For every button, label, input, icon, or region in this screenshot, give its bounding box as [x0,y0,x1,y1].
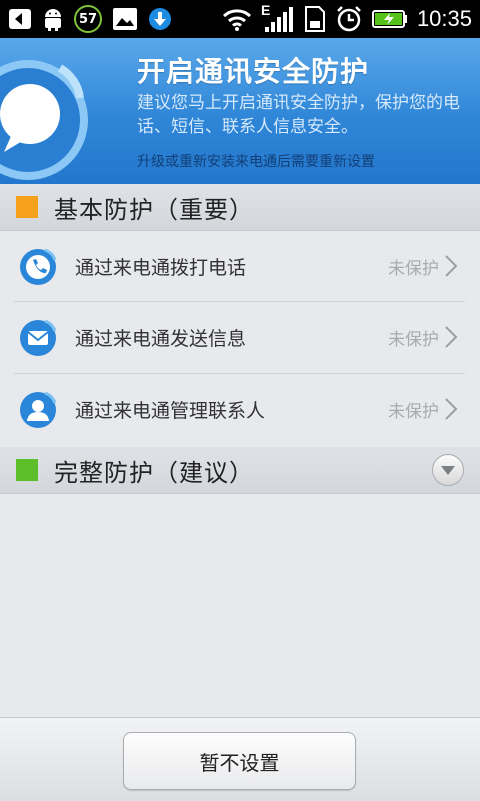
list-item-message[interactable]: 通过来电通发送信息 未保护 [14,302,465,372]
section-basic: 基本防护（重要） [0,184,480,231]
green-square-icon [16,459,38,481]
message-icon [18,317,58,357]
list-item-contacts[interactable]: 通过来电通管理联系人 未保护 [14,374,465,444]
item-label: 通过来电通拨打电话 [75,256,247,279]
sd-card-icon [304,4,326,34]
orange-square-icon [16,196,38,218]
status-text: 未保护 [388,258,439,279]
item-label: 通过来电通发送信息 [75,327,247,350]
image-icon [112,4,138,34]
phone-icon [18,246,58,286]
status-bar: 57 E 10:35 [0,0,480,38]
item-label: 通过来电通管理联系人 [75,399,266,422]
triangle-down-icon [441,466,455,475]
chevron-right-icon [443,253,459,279]
android-debug-icon [42,4,64,34]
badge-icon: 57 [74,5,102,33]
list-item-call[interactable]: 通过来电通拨打电话 未保护 [14,231,465,301]
contact-icon [18,389,58,429]
header-note: 升级或重新安装来电通后需要重新设置 [137,154,375,170]
section-complete[interactable]: 完整防护（建议） [0,447,480,494]
header-banner: 开启通讯安全防护 建议您马上开启通讯安全防护，保护您的电话、短信、联系人信息安全… [0,38,480,184]
section-basic-title: 基本防护（重要） [54,195,254,224]
chevron-right-icon [443,324,459,350]
expand-toggle-button[interactable] [432,454,464,486]
status-text: 未保护 [388,401,439,422]
status-text: 未保护 [388,329,439,350]
page-title: 开启通讯安全防护 [137,55,370,88]
skip-setup-button[interactable]: 暂不设置 [123,732,356,790]
clock: 10:35 [416,6,472,31]
wifi-icon [222,4,252,34]
bottom-bar: 暂不设置 [0,717,480,801]
section-complete-title: 完整防护（建议） [54,458,254,487]
back-icon [8,4,32,34]
header-description: 建议您马上开启通讯安全防护，保护您的电话、短信、联系人信息安全。 [137,93,460,137]
download-icon [148,4,172,34]
battery-charging-icon [371,4,408,34]
alarm-icon [335,4,363,34]
chat-bubble-logo-icon [0,48,100,184]
signal-edge-icon: E [260,2,295,34]
chevron-right-icon [443,396,459,422]
network-type-label: E [260,2,271,18]
